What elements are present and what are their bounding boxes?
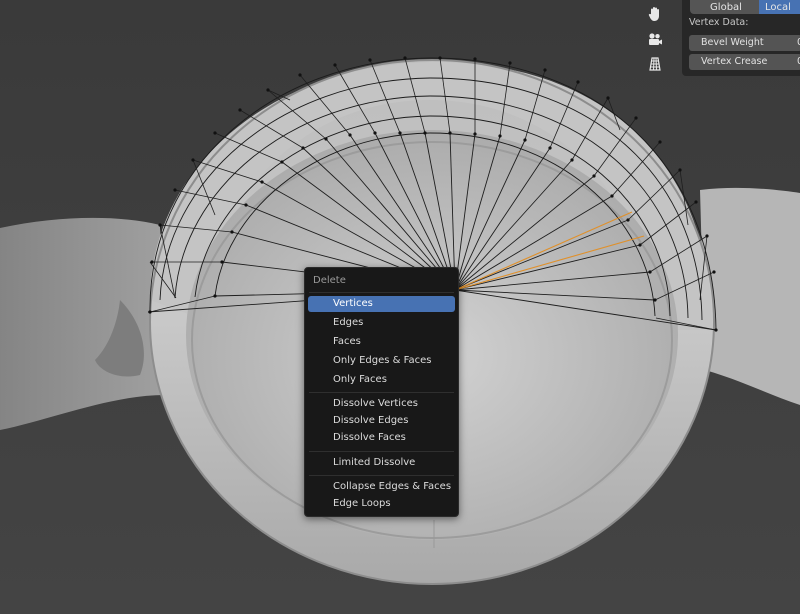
menu-item-edges[interactable]: Edges <box>308 315 455 331</box>
menu-item-dissolve-vertices[interactable]: Dissolve Vertices <box>308 396 455 412</box>
bevel-weight-label: Bevel Weight <box>701 37 764 48</box>
bevel-weight-field[interactable]: Bevel Weight 0 <box>689 35 800 51</box>
menu-divider <box>309 392 454 393</box>
camera-icon[interactable] <box>644 29 666 51</box>
vertex-crease-field[interactable]: Vertex Crease 0 <box>689 54 800 70</box>
menu-item-dissolve-faces[interactable]: Dissolve Faces <box>308 430 455 446</box>
menu-item-dissolve-edges[interactable]: Dissolve Edges <box>308 413 455 429</box>
hand-pan-icon[interactable] <box>644 3 666 25</box>
menu-divider <box>309 451 454 452</box>
menu-divider <box>309 292 454 293</box>
menu-item-collapse-edges-faces[interactable]: Collapse Edges & Faces <box>308 479 455 495</box>
global-toggle[interactable]: Global <box>690 0 762 14</box>
delete-menu: Delete Vertices Edges Faces Only Edges &… <box>304 267 459 517</box>
vertex-data-label: Vertex Data: <box>689 17 749 28</box>
menu-item-vertices[interactable]: Vertices <box>308 296 455 312</box>
transform-panel: Global Local Vertex Data: Bevel Weight 0… <box>682 0 800 76</box>
local-toggle[interactable]: Local <box>759 0 800 14</box>
menu-item-edge-loops[interactable]: Edge Loops <box>308 496 455 512</box>
menu-item-only-faces[interactable]: Only Faces <box>308 372 455 388</box>
menu-item-faces[interactable]: Faces <box>308 334 455 350</box>
menu-title: Delete <box>313 275 346 286</box>
menu-item-only-edges-faces[interactable]: Only Edges & Faces <box>308 353 455 369</box>
menu-divider <box>309 475 454 476</box>
menu-item-limited-dissolve[interactable]: Limited Dissolve <box>308 455 455 471</box>
grid-icon[interactable] <box>644 53 666 75</box>
vertex-crease-label: Vertex Crease <box>701 56 768 67</box>
